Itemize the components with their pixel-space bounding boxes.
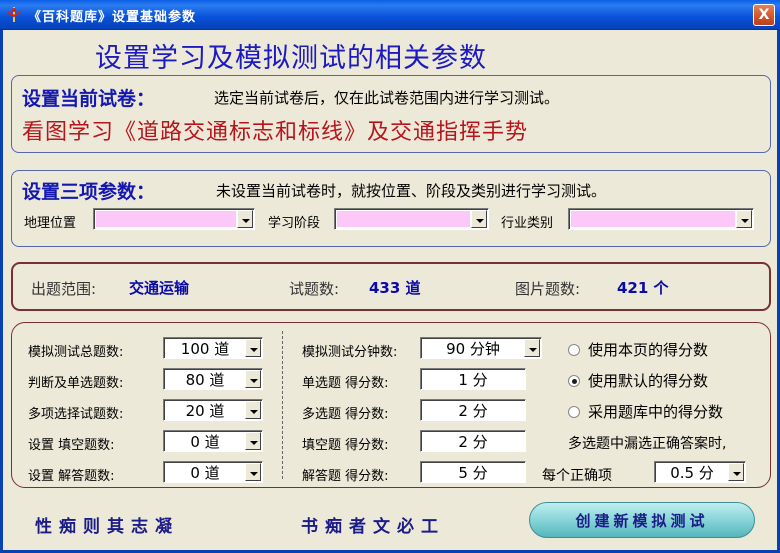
range-value: 交通运输 xyxy=(129,279,190,297)
answer-questions-value: 0 道 xyxy=(190,463,220,482)
current-paper-panel: 设置当前试卷： 选定当前试卷后，仅在此试卷范围内进行学习测试。 看图学习《道路交… xyxy=(11,75,771,153)
location-value xyxy=(96,211,236,227)
judge-single-value: 80 道 xyxy=(185,370,225,389)
fill-score-input[interactable]: 2 分 xyxy=(420,430,526,452)
chevron-down-icon[interactable] xyxy=(736,210,752,228)
three-params-panel: 设置三项参数： 未设置当前试卷时，就按位置、阶段及类别进行学习测试。 地理位置 … xyxy=(11,170,771,247)
question-count-value: 433 道 xyxy=(369,279,421,297)
range-label: 出题范围: xyxy=(31,280,97,298)
industry-label: 行业类别 xyxy=(501,216,554,231)
question-count-label: 试题数: xyxy=(289,280,340,298)
total-questions-label: 模拟测试总题数: xyxy=(28,345,124,360)
test-minutes-value: 90 分钟 xyxy=(446,339,500,358)
image-count-value: 421 个 xyxy=(617,279,669,297)
single-score-label: 单选题 得分数: xyxy=(302,376,389,391)
page-title: 设置学习及模拟测试的相关参数 xyxy=(95,43,487,74)
radio-use-page-score-label: 使用本页的得分数 xyxy=(588,341,709,359)
judge-single-label: 判断及单选题数: xyxy=(28,376,124,391)
total-questions-value: 100 道 xyxy=(180,339,230,358)
location-select[interactable] xyxy=(93,208,255,230)
three-params-heading: 设置三项参数： xyxy=(22,181,156,203)
total-questions-select[interactable]: 100 道 xyxy=(163,337,263,359)
chevron-down-icon[interactable] xyxy=(728,463,744,481)
radio-icon[interactable] xyxy=(568,343,580,356)
answer-questions-select[interactable]: 0 道 xyxy=(163,461,263,483)
three-params-note: 未设置当前试卷时，就按位置、阶段及类别进行学习测试。 xyxy=(216,182,607,200)
current-paper-heading: 设置当前试卷： xyxy=(22,88,156,110)
test-minutes-label: 模拟测试分钟数: xyxy=(302,345,398,360)
chevron-down-icon[interactable] xyxy=(245,339,261,357)
multi-choice-select[interactable]: 20 道 xyxy=(163,399,263,421)
per-correct-value: 0.5 分 xyxy=(670,463,714,482)
radio-use-default-score-label: 使用默认的得分数 xyxy=(588,372,709,390)
single-score-input[interactable]: 1 分 xyxy=(420,368,526,390)
chevron-down-icon[interactable] xyxy=(237,210,253,228)
column-divider xyxy=(282,331,283,479)
radio-use-bank-score-label: 采用题库中的得分数 xyxy=(588,403,724,421)
answer-questions-label: 设置 解答题数: xyxy=(28,469,115,484)
close-button[interactable]: X xyxy=(753,4,775,26)
chevron-down-icon[interactable] xyxy=(471,210,487,228)
radio-selected-icon[interactable] xyxy=(568,374,580,387)
close-icon: X xyxy=(758,7,770,23)
judge-single-select[interactable]: 80 道 xyxy=(163,368,263,390)
chevron-down-icon[interactable] xyxy=(245,463,261,481)
chevron-down-icon[interactable] xyxy=(524,339,540,357)
stage-label: 学习阶段 xyxy=(268,216,321,231)
image-count-label: 图片题数: xyxy=(515,280,581,298)
multi-choice-value: 20 道 xyxy=(185,401,225,420)
motto-left: 性痴则其志凝 xyxy=(35,517,179,537)
multi-score-input[interactable]: 2 分 xyxy=(420,399,526,421)
current-paper-note: 选定当前试卷后，仅在此试卷范围内进行学习测试。 xyxy=(214,89,560,107)
partial-answer-note: 多选题中漏选正确答案时, xyxy=(568,436,727,452)
radio-use-page-score[interactable]: 使用本页的得分数 xyxy=(568,339,708,360)
location-label: 地理位置 xyxy=(24,216,77,231)
current-paper-name[interactable]: 看图学习《道路交通标志和标线》及交通指挥手势 xyxy=(22,114,528,146)
industry-select[interactable] xyxy=(568,208,754,230)
title-bar: 《百科题库》设置基础参数 X xyxy=(0,0,780,30)
industry-value xyxy=(571,211,735,227)
answer-score-input[interactable]: 5 分 xyxy=(420,461,526,483)
dialog-body: 设置学习及模拟测试的相关参数 设置当前试卷： 选定当前试卷后，仅在此试卷范围内进… xyxy=(0,30,780,553)
per-correct-select[interactable]: 0.5 分 xyxy=(654,461,746,483)
chevron-down-icon[interactable] xyxy=(245,432,261,450)
per-correct-label: 每个正确项 xyxy=(542,468,612,484)
stage-value xyxy=(337,211,470,227)
fill-score-label: 填空题 得分数: xyxy=(302,438,389,453)
multi-score-label: 多选题 得分数: xyxy=(302,407,389,422)
create-test-button[interactable]: 创建新模拟测试 xyxy=(529,502,755,538)
motto-right: 书痴者文必工 xyxy=(301,517,445,537)
radio-use-bank-score[interactable]: 采用题库中的得分数 xyxy=(568,401,723,422)
window-title: 《百科题库》设置基础参数 xyxy=(28,10,197,25)
answer-score-label: 解答题 得分数: xyxy=(302,469,389,484)
stage-select[interactable] xyxy=(334,208,489,230)
fill-blank-value: 0 道 xyxy=(190,432,220,451)
fill-blank-label: 设置 填空题数: xyxy=(28,438,115,453)
app-logo-icon xyxy=(7,7,21,22)
fill-blank-select[interactable]: 0 道 xyxy=(163,430,263,452)
radio-icon[interactable] xyxy=(568,405,580,418)
chevron-down-icon[interactable] xyxy=(245,370,261,388)
chevron-down-icon[interactable] xyxy=(245,401,261,419)
scope-panel: 出题范围: 交通运输 试题数: 433 道 图片题数: 421 个 xyxy=(11,262,771,311)
settings-panel: 模拟测试总题数: 100 道 判断及单选题数: 80 道 多项选择试题数: 20… xyxy=(11,322,771,488)
multi-choice-label: 多项选择试题数: xyxy=(28,407,124,422)
radio-use-default-score[interactable]: 使用默认的得分数 xyxy=(568,370,708,391)
test-minutes-select[interactable]: 90 分钟 xyxy=(420,337,542,359)
